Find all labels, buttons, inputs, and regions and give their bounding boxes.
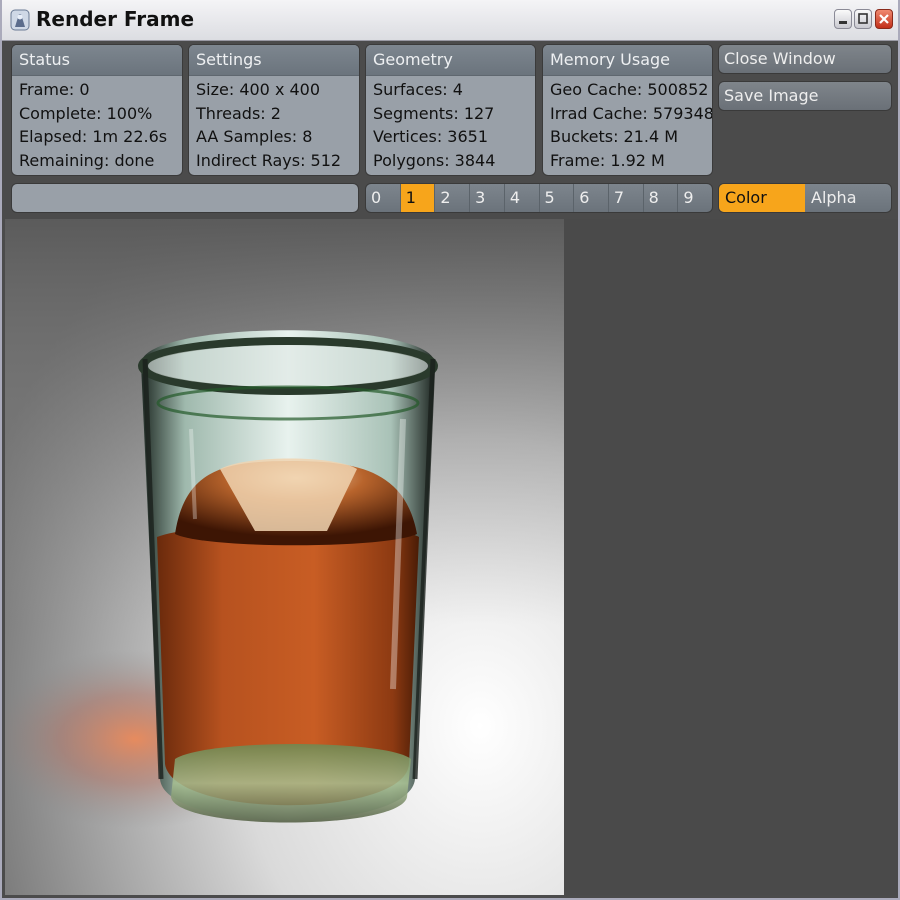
memory-geo-cache: Geo Cache: 500852 xyxy=(550,80,709,99)
geometry-panel-title: Geometry xyxy=(366,45,535,76)
buffer-tab-1[interactable]: 1 xyxy=(400,184,436,212)
render-progress-bar xyxy=(11,183,359,213)
status-panel-title: Status xyxy=(12,45,182,76)
maximize-icon xyxy=(858,13,868,24)
settings-threads: Threads: 2 xyxy=(196,103,281,123)
minimize-icon xyxy=(839,21,847,24)
buffer-tab-3[interactable]: 3 xyxy=(470,184,505,212)
memory-usage-panel: Memory Usage Geo Cache: 500852 Irrad Cac… xyxy=(542,44,713,176)
buffer-tab-6[interactable]: 6 xyxy=(574,184,609,212)
geometry-polygons: Polygons: 3844 xyxy=(373,150,496,170)
memory-buckets: Buckets: 21.4 M xyxy=(550,127,679,146)
buffer-tab-0[interactable]: 0 xyxy=(366,184,401,212)
title-bar[interactable]: Render Frame xyxy=(2,0,898,41)
memory-usage-panel-title: Memory Usage xyxy=(543,45,712,76)
geometry-surfaces: Surfaces: 4 xyxy=(373,80,463,99)
alpha-mode-tab[interactable]: Alpha xyxy=(805,184,891,212)
status-remaining: Remaining: done xyxy=(19,150,155,170)
memory-irrad-cache: Irrad Cache: 579348 xyxy=(550,103,713,123)
rendered-glass-image xyxy=(5,219,564,895)
settings-size: Size: 400 x 400 xyxy=(196,80,321,99)
window-title: Render Frame xyxy=(36,7,195,31)
render-frame-window: Render Frame Status Frame: 0 Complete: 1… xyxy=(0,0,900,900)
buffer-tab-4[interactable]: 4 xyxy=(505,184,540,212)
close-window-titlebar-button[interactable] xyxy=(875,9,893,29)
close-icon xyxy=(879,14,889,24)
minimize-button[interactable] xyxy=(834,9,852,29)
empty-viewport-area xyxy=(564,219,898,895)
status-elapsed: Elapsed: 1m 22.6s xyxy=(19,127,168,146)
geometry-vertices: Vertices: 3651 xyxy=(373,127,489,146)
buffer-tab-8[interactable]: 8 xyxy=(644,184,679,212)
color-mode-tab[interactable]: Color xyxy=(719,184,805,212)
settings-aa-samples: AA Samples: 8 xyxy=(196,127,313,146)
geometry-segments: Segments: 127 xyxy=(373,103,495,123)
display-mode-toggle: Color Alpha xyxy=(718,183,892,213)
settings-indirect-rays: Indirect Rays: 512 xyxy=(196,150,342,170)
buffer-selector: 0 1 2 3 4 5 6 7 8 9 xyxy=(365,183,713,213)
render-app-icon xyxy=(10,9,30,31)
status-frame: Frame: 0 xyxy=(19,80,90,99)
buffer-tab-2[interactable]: 2 xyxy=(435,184,471,212)
close-window-button[interactable]: Close Window xyxy=(718,44,892,74)
status-complete: Complete: 100% xyxy=(19,103,153,123)
settings-panel: Settings Size: 400 x 400 Threads: 2 AA S… xyxy=(188,44,360,176)
buffer-tab-5[interactable]: 5 xyxy=(540,184,575,212)
settings-panel-title: Settings xyxy=(189,45,359,76)
render-viewport xyxy=(5,219,564,895)
memory-frame: Frame: 1.92 M xyxy=(550,150,665,170)
buffer-tab-9[interactable]: 9 xyxy=(678,184,712,212)
maximize-button[interactable] xyxy=(854,9,872,29)
buffer-tab-7[interactable]: 7 xyxy=(609,184,644,212)
save-image-button[interactable]: Save Image xyxy=(718,81,892,111)
geometry-panel: Geometry Surfaces: 4 Segments: 127 Verti… xyxy=(365,44,536,176)
status-panel: Status Frame: 0 Complete: 100% Elapsed: … xyxy=(11,44,183,176)
